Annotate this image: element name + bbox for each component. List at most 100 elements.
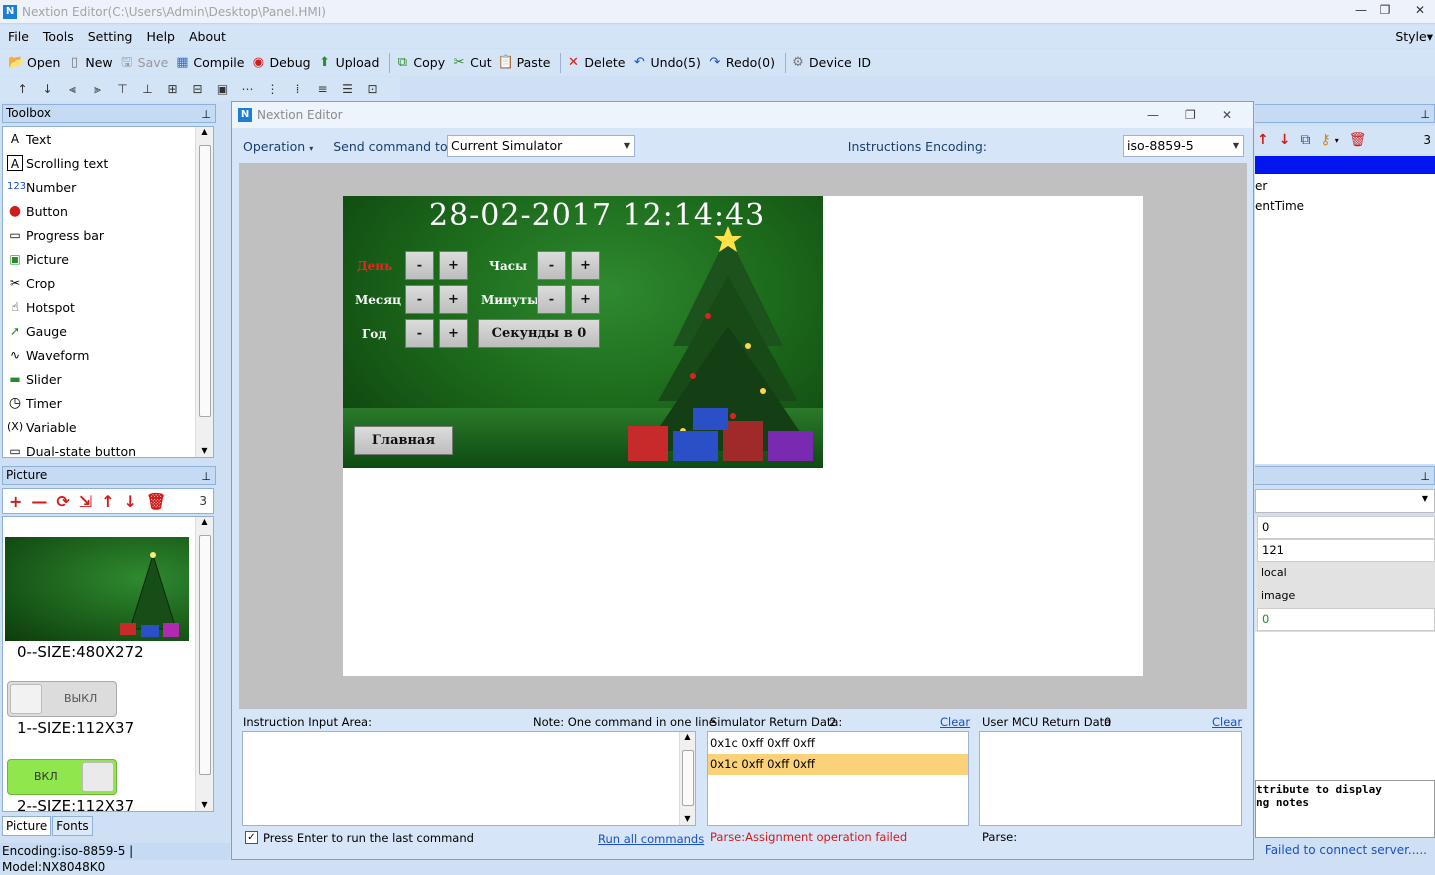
run-all-commands-link[interactable]: Run all commands [598, 832, 704, 846]
replace-icon[interactable]: ⟳ [56, 492, 69, 511]
scroll-up-icon[interactable]: ▲ [680, 732, 695, 741]
menu-about[interactable]: About [189, 29, 226, 44]
toolbox-item-number[interactable]: 123 Number [3, 175, 213, 199]
same-size-icon[interactable]: ▣ [210, 82, 235, 96]
simulator-screen[interactable]: 28-02-2017 12:14:43 День Месяц Год Часы … [343, 196, 1143, 676]
delete-button[interactable]: ✕ Delete [565, 55, 626, 71]
picture-thumbnail-2[interactable]: ВКЛ [7, 759, 117, 795]
operation-menu[interactable]: Operation ▾ [243, 139, 313, 154]
scroll-thumb[interactable] [199, 535, 211, 775]
move-down-icon[interactable]: ↓ [124, 492, 137, 511]
key-icon[interactable]: ⚷ [1320, 132, 1330, 148]
upload-button[interactable]: ⬆ Upload [317, 55, 379, 71]
align-top-icon[interactable]: ⊤ [110, 82, 135, 96]
save-button[interactable]: 🖫 Save [119, 55, 168, 71]
toolbox-scrollbar[interactable]: ▲ ▼ [195, 127, 213, 457]
mcu-clear-link[interactable]: Clear [1212, 715, 1242, 729]
picture-thumbnail-0[interactable] [5, 537, 189, 641]
input-scrollbar[interactable]: ▲ ▼ [679, 732, 695, 825]
move-up-icon[interactable]: ↑ [1257, 132, 1269, 148]
align-bottom-icon[interactable]: ⊥ [135, 82, 160, 96]
insert-icon[interactable]: ⇲ [79, 492, 92, 511]
component-select[interactable]: ▼ [1255, 489, 1435, 513]
day-plus-button[interactable]: + [439, 251, 468, 280]
paste-button[interactable]: 📋 Paste [498, 55, 551, 71]
center-vertical-icon[interactable]: ⊟ [185, 82, 210, 96]
scroll-up-icon[interactable]: ▲ [196, 127, 213, 136]
encoding-select[interactable]: iso-8859-5 ▼ [1123, 135, 1244, 157]
id-button[interactable]: ID [858, 55, 871, 70]
close-icon[interactable]: ✕ [1222, 108, 1232, 122]
attribute-value[interactable]: 0 [1257, 608, 1435, 631]
object-item[interactable]: entTime [1255, 196, 1435, 216]
pin-icon[interactable]: ⊥ [201, 106, 211, 123]
open-button[interactable]: 📂 Open [8, 55, 60, 71]
picture-scrollbar[interactable]: ▲ ▼ [195, 517, 213, 811]
toolbox-item-picture[interactable]: ▣ Picture [3, 247, 213, 271]
minutes-minus-button[interactable]: - [537, 285, 566, 314]
distribute-vertical-icon[interactable]: ⊡ [360, 82, 385, 96]
center-horizontal-icon[interactable]: ⊞ [160, 82, 185, 96]
hours-plus-button[interactable]: + [571, 251, 600, 280]
toolbox-item-crop[interactable]: ✂ Crop [3, 271, 213, 295]
toolbox-item-slider[interactable]: ▬ Slider [3, 367, 213, 391]
toolbox-item-gauge[interactable]: ➚ Gauge [3, 319, 213, 343]
device-button[interactable]: ⚙ Device [790, 55, 852, 71]
space-horizontal-icon[interactable]: ⋯ [235, 82, 260, 96]
tab-picture[interactable]: Picture [2, 816, 52, 836]
pin-icon[interactable]: ⊥ [1420, 468, 1430, 485]
space-vertical-icon[interactable]: ≡ [310, 82, 335, 96]
move-up-icon[interactable]: ↑ [101, 492, 114, 511]
minimize-icon[interactable]: — [1147, 108, 1159, 122]
scroll-up-icon[interactable]: ▲ [196, 517, 213, 526]
toolbox-item-variable[interactable]: (X) Variable [3, 415, 213, 439]
toolbox-item-text[interactable]: A Text [3, 127, 213, 151]
cut-button[interactable]: ✂ Cut [451, 55, 492, 71]
maximize-icon[interactable]: ❐ [1367, 0, 1403, 22]
tab-fonts[interactable]: Fonts [52, 816, 93, 836]
scroll-thumb[interactable] [682, 750, 694, 806]
add-icon[interactable]: + [9, 492, 22, 511]
instruction-input-field[interactable]: ▲ ▼ [242, 731, 696, 826]
month-minus-button[interactable]: - [405, 285, 434, 314]
toolbox-item-hotspot[interactable]: ☝ Hotspot [3, 295, 213, 319]
enter-run-checkbox[interactable]: ✓ [245, 831, 258, 844]
undo-button[interactable]: ↶ Undo(5) [632, 55, 701, 71]
distribute-icon[interactable]: ☰ [335, 82, 360, 96]
copy-page-icon[interactable]: ⧉ [1300, 132, 1310, 148]
toolbox-item-scrolling-text[interactable]: A Scrolling text [3, 151, 213, 175]
return-row[interactable]: 0x1c 0xff 0xff 0xff [708, 732, 968, 754]
year-minus-button[interactable]: - [405, 319, 434, 348]
pin-icon[interactable]: ⊥ [201, 468, 211, 485]
close-icon[interactable]: ✕ [1402, 0, 1435, 22]
align-right-icon[interactable]: ⫸ [85, 82, 110, 97]
scroll-down-icon[interactable]: ▼ [680, 814, 695, 823]
toolbox-item-button[interactable]: ● Button [3, 199, 213, 223]
attribute-value[interactable]: 121 [1257, 539, 1435, 562]
toolbox-item-waveform[interactable]: ∿ Waveform [3, 343, 213, 367]
menu-file[interactable]: File [8, 29, 29, 44]
attribute-value[interactable]: 0 [1257, 516, 1435, 539]
menu-setting[interactable]: Setting [88, 29, 133, 44]
send-command-select[interactable]: Current Simulator ▼ [447, 135, 635, 157]
hours-minus-button[interactable]: - [537, 251, 566, 280]
trash-icon[interactable]: 🗑 [1349, 132, 1367, 148]
scroll-thumb[interactable] [199, 145, 211, 417]
align-left-icon[interactable]: ⫷ [60, 82, 85, 97]
pin-icon[interactable]: ⊥ [1420, 106, 1430, 123]
space-decrease-icon[interactable]: ⁞ [285, 82, 310, 96]
seconds-reset-button[interactable]: Секунды в 0 [478, 319, 600, 348]
space-increase-icon[interactable]: ⋮ [260, 82, 285, 96]
arrow-up-icon[interactable]: ↑ [10, 82, 35, 96]
month-plus-button[interactable]: + [439, 285, 468, 314]
debug-button[interactable]: ◉ Debug [250, 55, 311, 71]
chevron-down-icon[interactable]: ▾ [1335, 136, 1339, 145]
picture-thumbnail-1[interactable]: ВЫКЛ [7, 681, 117, 717]
menu-help[interactable]: Help [146, 29, 175, 44]
scroll-down-icon[interactable]: ▼ [196, 800, 213, 809]
toolbox-item-timer[interactable]: ◷ Timer [3, 391, 213, 415]
minutes-plus-button[interactable]: + [571, 285, 600, 314]
scroll-down-icon[interactable]: ▼ [196, 446, 213, 455]
year-plus-button[interactable]: + [439, 319, 468, 348]
main-page-button[interactable]: Главная [354, 426, 453, 455]
